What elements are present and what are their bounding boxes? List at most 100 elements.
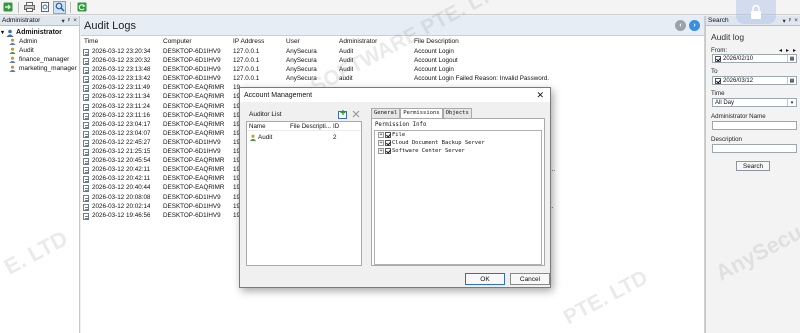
cell-computer: DESKTOP-EAQRIMR: [163, 84, 225, 92]
cell-computer: DESKTOP-6D1IHV9: [163, 202, 221, 210]
tab-permissions[interactable]: Permissions: [400, 108, 443, 118]
cancel-button[interactable]: Cancel: [510, 273, 550, 285]
toolbar-separator: [18, 1, 19, 13]
permission-checkbox[interactable]: [385, 140, 391, 146]
column-header-ip-address[interactable]: IP Address: [233, 38, 264, 45]
cell-file-description: Account Logout: [414, 57, 458, 65]
tree-item-audit[interactable]: Audit: [1, 46, 79, 55]
export-icon: [3, 2, 12, 12]
permissions-panel: General Permissions Objects Permission I…: [371, 108, 545, 266]
close-icon[interactable]: ✕: [536, 90, 544, 101]
cell-time: 2026-03-12 23:13:42: [92, 75, 151, 83]
print-button[interactable]: [23, 1, 36, 14]
permission-item-software-center[interactable]: + Software Center Server: [375, 147, 541, 155]
close-icon[interactable]: ×: [794, 17, 798, 25]
calendar-icon[interactable]: ▦: [787, 55, 796, 62]
time-select[interactable]: All Day ▾: [712, 98, 797, 107]
tree-item-admin[interactable]: Admin: [1, 37, 79, 46]
print-icon: [24, 2, 35, 12]
export-button[interactable]: [1, 1, 14, 14]
search-button[interactable]: Search: [736, 161, 770, 171]
tree-item-marketing-manager[interactable]: marketing_manager: [1, 64, 79, 73]
close-icon[interactable]: ×: [73, 17, 77, 25]
column-header-id[interactable]: ID: [333, 123, 339, 130]
expand-icon[interactable]: +: [378, 140, 384, 146]
column-header-file-description[interactable]: File Description: [414, 38, 459, 45]
permission-item-cloud-backup[interactable]: + Cloud Document Backup Server: [375, 139, 541, 147]
tab-general[interactable]: General: [371, 108, 401, 118]
refresh-icon: [77, 2, 86, 12]
cell-administrator: audit: [339, 75, 353, 83]
next-page-button[interactable]: ›: [689, 20, 700, 31]
administrator-name-input[interactable]: [712, 121, 797, 130]
description-label: Description: [711, 136, 742, 143]
permission-checkbox[interactable]: [385, 148, 391, 154]
permissions-tab-content: Permission Info + File + Cloud Document …: [371, 118, 545, 266]
collapse-icon[interactable]: ▾: [1, 29, 4, 36]
delete-auditor-icon[interactable]: [352, 110, 360, 118]
log-entry-icon: [83, 49, 89, 56]
pane-dropdown-icon[interactable]: ▾: [61, 17, 64, 25]
column-header-time[interactable]: Time: [84, 38, 98, 45]
administrator-pane-header: Administrator ▾ ᵖ ×: [0, 16, 79, 26]
preview-button[interactable]: [38, 1, 51, 14]
to-date-checkbox[interactable]: [715, 77, 721, 84]
cell-computer: DESKTOP-6D1IHV9: [163, 48, 221, 55]
account-management-dialog: Account Management ✕ Auditor List Name F…: [239, 87, 551, 288]
last-arrow-icon[interactable]: ▸: [786, 47, 789, 54]
chevron-down-icon[interactable]: ▾: [787, 99, 796, 106]
tree-root-label: Administrator: [16, 29, 62, 36]
permission-info-label: Permission Info: [375, 122, 427, 128]
ok-button[interactable]: OK: [465, 273, 505, 285]
calendar-icon[interactable]: ▦: [787, 77, 796, 84]
auditor-row[interactable]: Audit 2: [247, 133, 361, 142]
permission-item-file[interactable]: + File: [375, 131, 541, 139]
column-header-computer[interactable]: Computer: [163, 38, 192, 45]
column-header-file-description[interactable]: File Descripti...: [290, 123, 331, 130]
log-entry-icon: [83, 185, 89, 193]
user-icon: [9, 56, 16, 63]
to-date-field[interactable]: 2026/03/12 ▦: [712, 76, 797, 85]
permission-label: File: [392, 132, 406, 138]
pane-dropdown-icon[interactable]: ▾: [782, 17, 785, 25]
cell-time: 2026-03-12 23:11:16: [92, 111, 151, 119]
from-date-field[interactable]: 2026/02/10 ▦: [712, 54, 797, 63]
cell-administrator: Audit: [339, 48, 354, 55]
log-entry-icon: [83, 149, 89, 157]
permission-checkbox[interactable]: [385, 132, 391, 138]
previous-page-button[interactable]: ‹: [675, 20, 686, 31]
auditor-name: Audit: [258, 134, 273, 141]
cell-computer: DESKTOP-EAQRIMR: [163, 129, 225, 137]
dialog-title: Account Management: [240, 88, 550, 102]
tab-objects[interactable]: Objects: [442, 108, 472, 118]
auditor-icon: [249, 134, 257, 141]
pin-icon[interactable]: ᵖ: [68, 17, 70, 25]
column-header-administrator[interactable]: Administrator: [339, 38, 377, 45]
from-date-checkbox[interactable]: [715, 55, 721, 62]
table-row[interactable]: 2026-03-12 23:13:48 DESKTOP-6D1IHV9 127.0.…: [81, 66, 704, 75]
from-date-value: 2026/02/10: [723, 55, 754, 62]
cell-time: 2026-03-12 23:20:32: [92, 57, 151, 65]
more-arrow-icon[interactable]: ▸: [793, 47, 796, 54]
search-toggle-button[interactable]: [53, 0, 66, 14]
refresh-button[interactable]: [75, 1, 88, 14]
expand-icon[interactable]: +: [378, 148, 384, 154]
pin-icon[interactable]: ᵖ: [789, 17, 791, 25]
tree-item-finance-manager[interactable]: finance_manager: [1, 55, 79, 64]
tree-root-administrator[interactable]: ▾ Administrator: [1, 28, 79, 37]
tree-item-label: Audit: [19, 47, 34, 54]
table-row[interactable]: 2026-03-12 23:20:32 DESKTOP-6D1IHV9 127.0.…: [81, 57, 704, 66]
column-header-name[interactable]: Name: [249, 123, 266, 130]
cell-computer: DESKTOP-EAQRIMR: [163, 102, 225, 110]
add-auditor-icon[interactable]: [338, 110, 348, 119]
table-row[interactable]: 2026-03-12 23:13:42 DESKTOP-6D1IHV9 127.0.…: [81, 75, 704, 84]
cell-ip-address: 127.0.0.1: [233, 48, 260, 55]
cell-computer: DESKTOP-EAQRIMR: [163, 93, 225, 101]
first-arrow-icon[interactable]: ◂: [779, 47, 782, 54]
description-input[interactable]: [712, 144, 797, 153]
log-entry-icon: [83, 94, 89, 102]
tree-item-label: finance_manager: [19, 56, 70, 63]
expand-icon[interactable]: +: [378, 132, 384, 138]
table-row[interactable]: 2026-03-12 23:20:34 DESKTOP-6D1IHV9 127.0.…: [81, 48, 704, 57]
column-header-user[interactable]: User: [286, 38, 300, 45]
